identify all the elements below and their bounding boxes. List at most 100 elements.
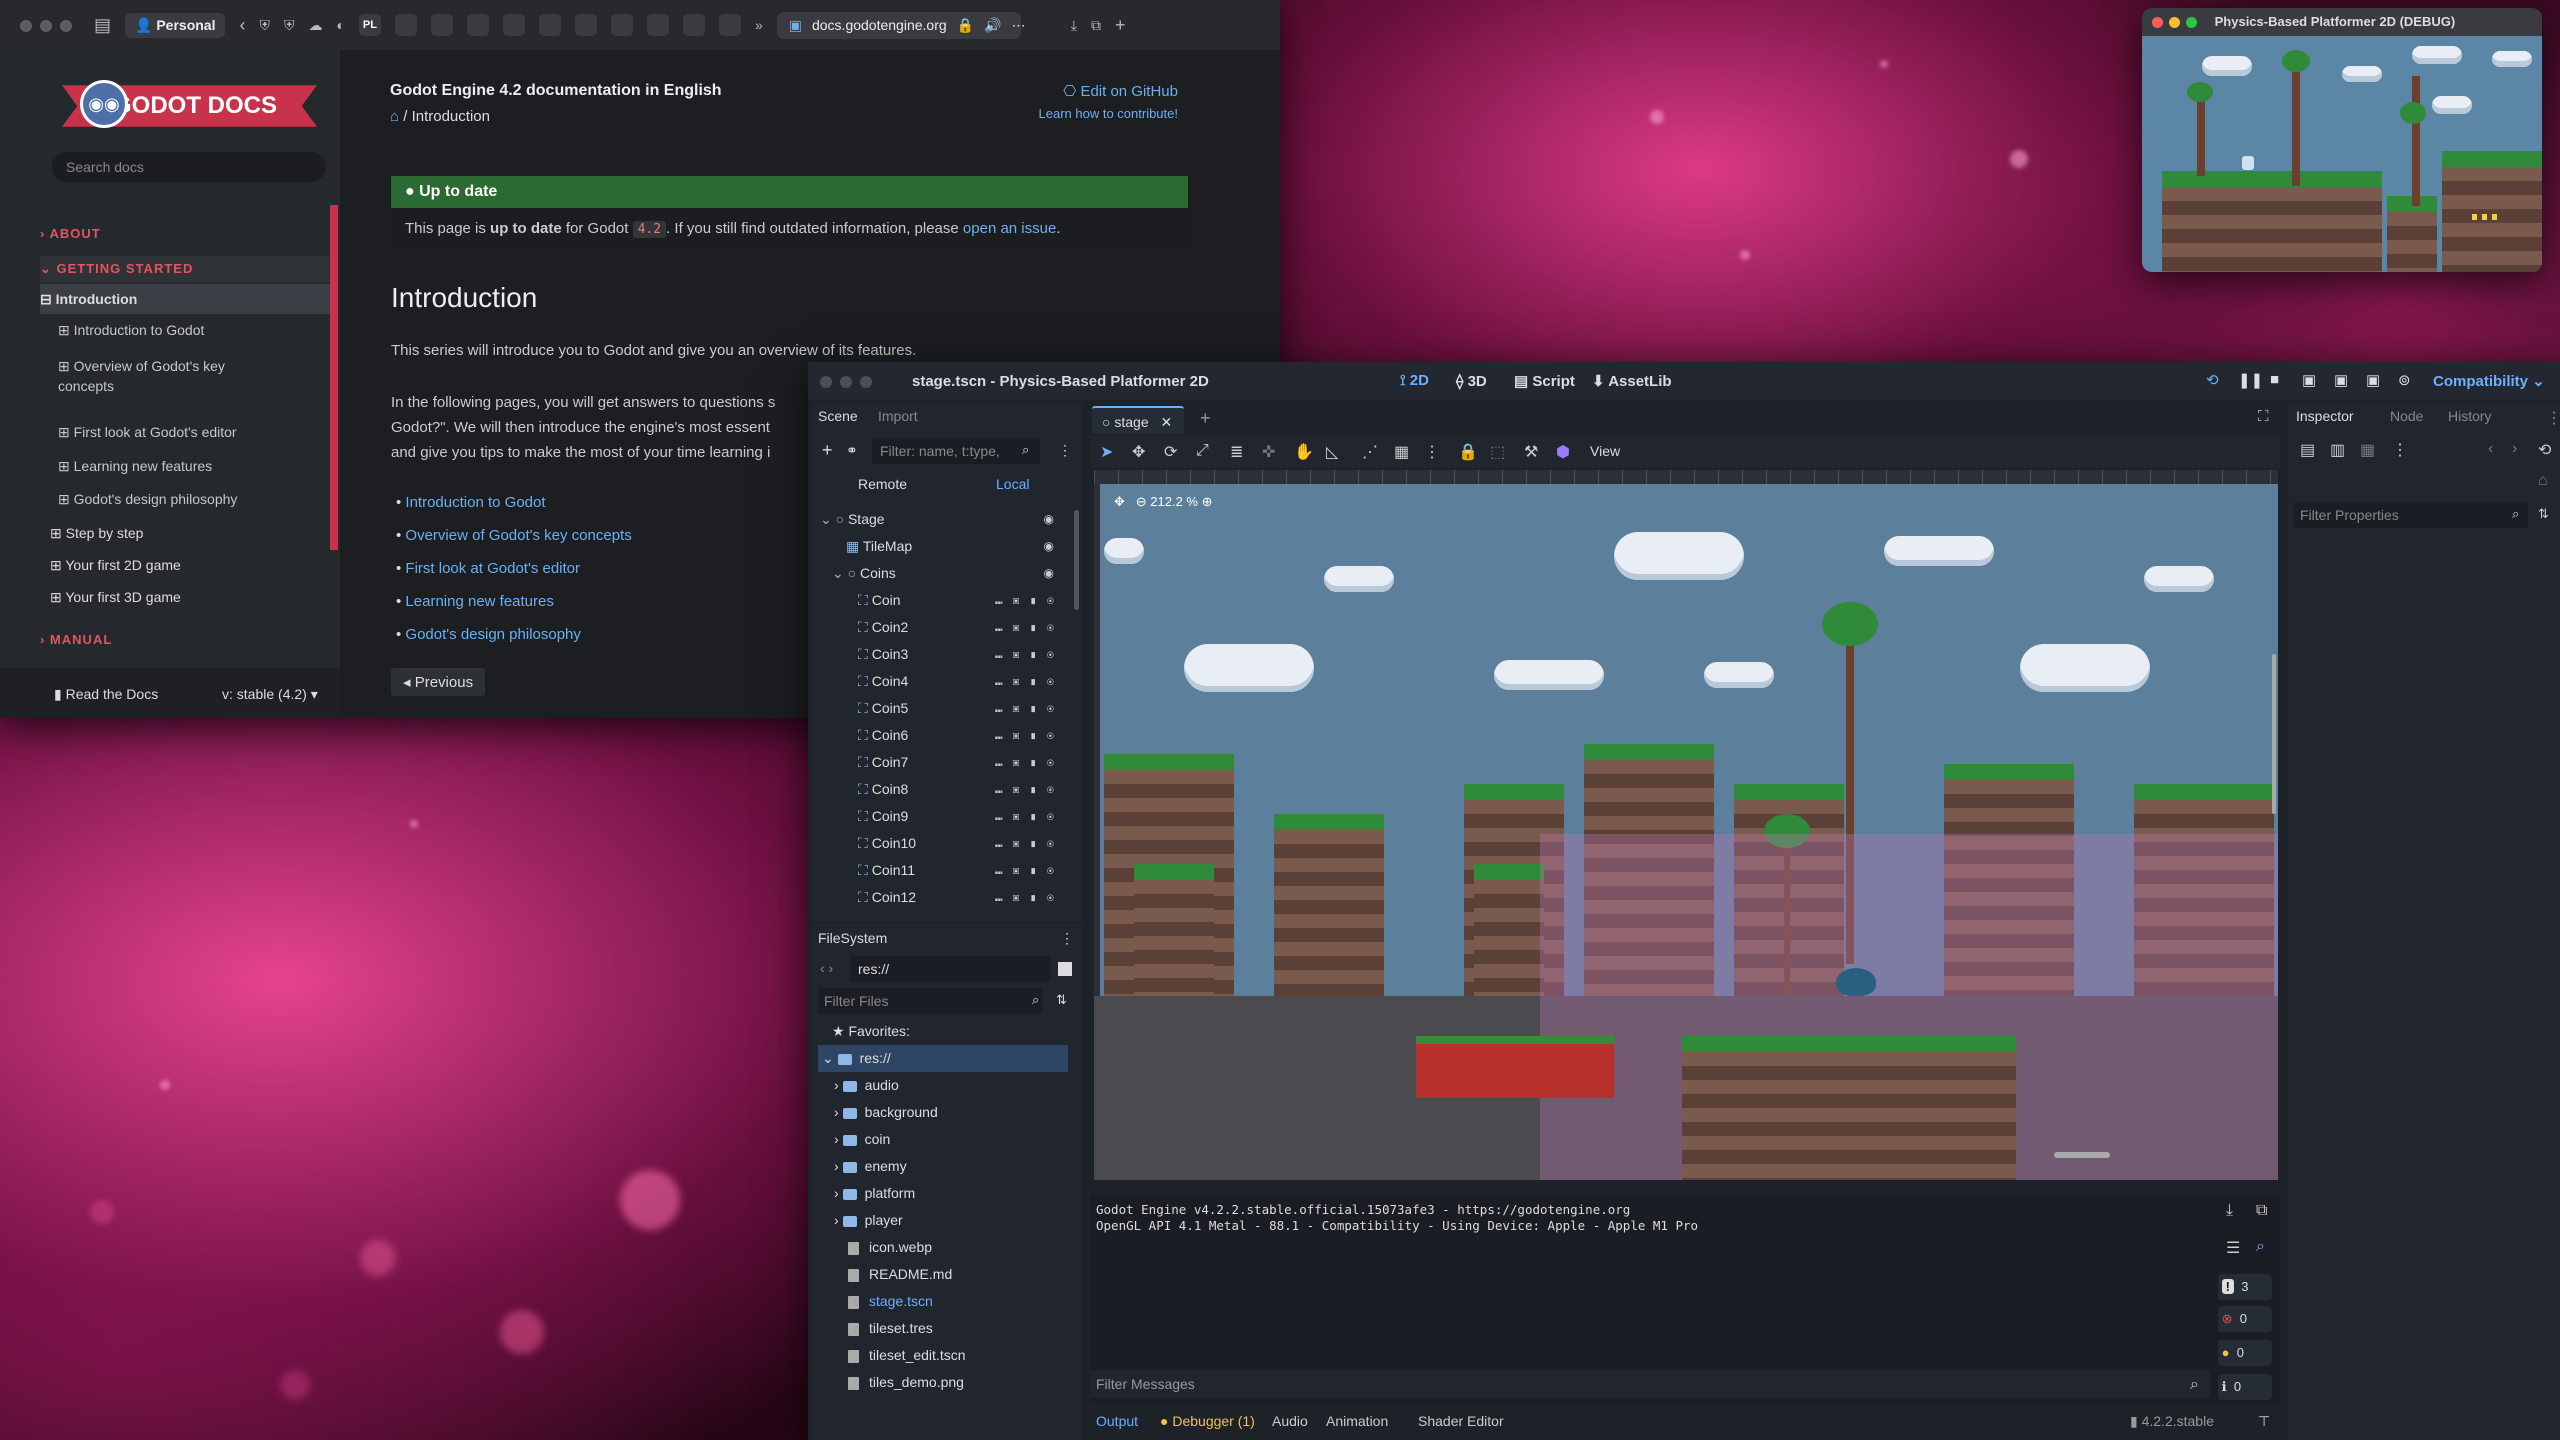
save-resource-icon[interactable]: ▦ [2360, 440, 2375, 460]
object-history-icon[interactable]: ⟲ [2538, 440, 2551, 460]
nav-subitem[interactable]: ⊞ Introduction to Godot [58, 322, 318, 339]
add-tab-icon[interactable]: + [1200, 408, 1211, 429]
node-icons[interactable]: ⑉▣▮◉ [995, 830, 1064, 857]
group-icon[interactable]: ⬚ [1490, 442, 1505, 462]
node-icons[interactable]: ⑉▣▮◉ [995, 803, 1064, 830]
filter-nodes-input[interactable]: Filter: name, t:type, [872, 438, 1040, 464]
shield-icon[interactable]: ⛨ [259, 17, 270, 34]
docs-search-input[interactable]: Search docs [52, 152, 326, 182]
intro-link[interactable]: First look at Godot's editor [405, 560, 580, 577]
viewport-scrollbar[interactable] [2054, 1152, 2110, 1158]
stop-icon[interactable]: ■ [2270, 371, 2279, 388]
close-button[interactable] [20, 20, 32, 33]
zoom-button[interactable] [860, 375, 872, 388]
node-icons[interactable]: ⑉▣▮◉ [995, 668, 1064, 695]
tree-node[interactable]: ⛶ Coin11 ⑉▣▮◉ [812, 857, 1074, 884]
pinned-tab[interactable] [646, 14, 669, 36]
nav-item-step-by-step[interactable]: ⊞ Step by step [50, 525, 340, 542]
nav-item-first-3d[interactable]: ⊞ Your first 3D game [50, 589, 340, 606]
grid-snap-icon[interactable]: ▦ [1394, 442, 1409, 462]
node-icons[interactable]: ⑉▣▮◉ [995, 614, 1064, 641]
tree-node[interactable]: ⌄ ○ Stage ◉ [812, 506, 1074, 533]
intro-link[interactable]: Godot's design philosophy [405, 626, 580, 643]
minimize-button[interactable] [40, 20, 52, 33]
shield-check-icon[interactable]: ⛨ [284, 17, 295, 34]
folder-item[interactable]: › enemy [834, 1153, 907, 1180]
zoom-button[interactable] [60, 20, 72, 33]
minimize-button[interactable] [2169, 17, 2180, 29]
zoom-out-icon[interactable]: ⊖ [1136, 494, 1147, 509]
folder-item[interactable]: › player [834, 1207, 903, 1234]
skeleton-icon[interactable]: ⚒ [1524, 442, 1538, 462]
favorites-item[interactable]: ★ Favorites: [832, 1018, 910, 1045]
nav-subitem[interactable]: ⊞ Overview of Godot's key concepts [58, 356, 278, 396]
node-icons[interactable]: ⑉▣▮◉ [995, 722, 1064, 749]
lock-icon[interactable]: 🔒 [1458, 442, 1478, 462]
sidebar-toggle-icon[interactable]: ▤ [94, 15, 111, 36]
folder-item[interactable]: › background [834, 1099, 938, 1126]
edit-on-github-link[interactable]: ⎔ Edit on GitHub [970, 82, 1178, 100]
nav-subitem[interactable]: ⊞ First look at Godot's editor [58, 424, 318, 441]
tab-import[interactable]: Import [878, 408, 918, 424]
file-item[interactable]: tiles_demo.png [848, 1369, 964, 1396]
tree-node[interactable]: ⛶ Coin5 ⑉▣▮◉ [812, 695, 1074, 722]
rotate-tool-icon[interactable]: ⟳ [1164, 442, 1177, 462]
smart-snap-icon[interactable]: ⋰ [1362, 442, 1378, 462]
filter-icon[interactable]: ☰ [2226, 1238, 2240, 1258]
shader-editor-tab[interactable]: Shader Editor [1418, 1402, 1504, 1440]
kebab-menu-icon[interactable]: ⋮ [2392, 440, 2408, 460]
pinned-tab[interactable] [574, 14, 597, 36]
ruler-tool-icon[interactable]: ◺ [1326, 442, 1338, 462]
open-issue-link[interactable]: open an issue [963, 220, 1056, 237]
intro-link[interactable]: Learning new features [405, 593, 553, 610]
close-icon[interactable]: ✕ [1161, 414, 1173, 430]
zoom-controls[interactable]: ✥ ⊖ 212.2 % ⊕ [1114, 494, 1213, 510]
node-icons[interactable]: ⑉▣▮◉ [995, 641, 1064, 668]
filter-messages-input[interactable]: Filter Messages [1090, 1370, 2210, 1398]
search-icon[interactable]: ⌕ [2256, 1238, 2265, 1256]
kebab-menu-icon[interactable]: ⋮ [1060, 930, 1074, 947]
intro-link[interactable]: Overview of Godot's key concepts [405, 527, 631, 544]
animation-tab[interactable]: Animation [1326, 1402, 1388, 1440]
split-view-icon[interactable] [1058, 962, 1072, 976]
nav-item-introduction[interactable]: ⊟ Introduction [40, 284, 330, 314]
property-options-icon[interactable]: ⇅ [2538, 506, 2549, 522]
download-icon[interactable]: ⤓ [1071, 17, 1077, 34]
toggle-icon[interactable]: ◐ [336, 17, 344, 33]
minimize-button[interactable] [840, 375, 852, 388]
node-icons[interactable]: ⑉▣▮◉ [995, 857, 1064, 884]
history-forward-icon[interactable]: › [2512, 440, 2517, 458]
more-icon[interactable]: ⋯ [1012, 17, 1026, 34]
tree-node[interactable]: ⛶ Coin12 ⑉▣▮◉ [812, 884, 1074, 911]
eye-icon[interactable]: ◉ [1044, 533, 1064, 560]
pan-tool-icon[interactable]: ✋ [1294, 442, 1314, 462]
renderer-selector[interactable]: Compatibility ⌄ [2433, 372, 2545, 390]
scene-scrollbar[interactable] [1074, 510, 1079, 610]
pinned-tab[interactable] [682, 14, 705, 36]
tabs-overview-icon[interactable]: ⧉ [1091, 17, 1101, 34]
tree-node[interactable]: ⛶ Coin10 ⑉▣▮◉ [812, 830, 1074, 857]
debugger-tab[interactable]: ● Debugger (1) [1160, 1402, 1255, 1440]
version-selector[interactable]: v: stable (4.2) ▾ [222, 686, 318, 703]
node-tool-icon[interactable]: ⌂ [2538, 472, 2548, 490]
scene-tab-stage[interactable]: ○ stage ✕ [1092, 406, 1184, 434]
tree-node[interactable]: ⛶ Coin9 ⑉▣▮◉ [812, 803, 1074, 830]
errors-counter[interactable]: ⊗ 0 [2218, 1306, 2272, 1332]
view-menu[interactable]: View [1590, 443, 1620, 459]
folder-item[interactable]: ⌄ res:// [818, 1045, 1068, 1072]
tree-node[interactable]: ⛶ Coin2 ⑉▣▮◉ [812, 614, 1074, 641]
tree-node[interactable]: ⛶ Coin6 ⑉▣▮◉ [812, 722, 1074, 749]
file-item[interactable]: tileset_edit.tscn [848, 1342, 966, 1369]
node-icons[interactable]: ⑉▣▮◉ [995, 695, 1064, 722]
path-field[interactable]: res:// [850, 956, 1050, 982]
more-tabs-icon[interactable]: » [755, 17, 763, 33]
move-tool-icon[interactable]: ✥ [1132, 442, 1145, 462]
tree-node[interactable]: ⛶ Coin ⑉▣▮◉ [812, 587, 1074, 614]
mode-3d-button[interactable]: ⟠ 3D [1456, 372, 1487, 390]
scale-tool-icon[interactable]: ⤢ [1196, 442, 1209, 460]
audio-tab[interactable]: Audio [1272, 1402, 1308, 1440]
home-icon[interactable]: ⌂ [390, 108, 399, 125]
open-resource-icon[interactable]: ▥ [2330, 440, 2345, 460]
node-icons[interactable]: ⑉▣▮◉ [995, 776, 1064, 803]
close-button[interactable] [2152, 17, 2163, 29]
